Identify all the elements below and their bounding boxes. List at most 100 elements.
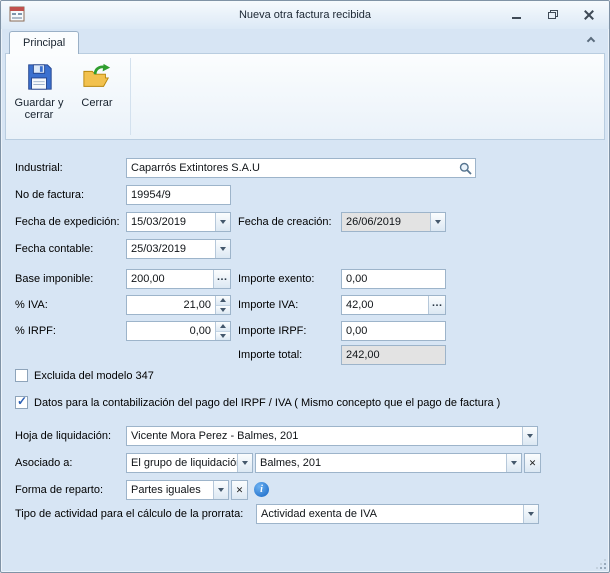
importe-irpf-value: 0,00 <box>342 322 445 340</box>
importe-iva-label: Importe IVA: <box>238 299 298 311</box>
fecha-expedicion-dropdown-button[interactable] <box>215 213 230 231</box>
pct-iva-spinner <box>215 296 230 314</box>
tipo-actividad-value: Actividad exenta de IVA <box>257 505 523 523</box>
chevron-down-icon <box>528 512 534 516</box>
chevron-down-icon <box>527 434 533 438</box>
importe-iva-ellipsis-button[interactable]: … <box>428 296 445 314</box>
datos-pago-label[interactable]: Datos para la contabilización del pago d… <box>34 397 500 409</box>
chevron-down-icon <box>435 220 441 224</box>
dialog-nueva-otra-factura-recibida: Nueva otra factura recibida Principal Gu… <box>0 0 610 573</box>
pct-irpf-field[interactable]: 0,00 <box>126 321 231 341</box>
chevron-up-icon <box>220 324 226 328</box>
forma-reparto-field[interactable]: Partes iguales <box>126 480 229 500</box>
pct-iva-field[interactable]: 21,00 <box>126 295 231 315</box>
close-button[interactable] <box>581 8 596 22</box>
spin-down-button[interactable] <box>216 332 230 341</box>
pct-iva-label: % IVA: <box>15 299 48 311</box>
excluida-347-label[interactable]: Excluida del modelo 347 <box>34 370 154 382</box>
excluida-347-checkbox[interactable] <box>15 369 28 382</box>
numero-factura-value: 19954/9 <box>127 186 230 204</box>
importe-iva-field[interactable]: 42,00 … <box>341 295 446 315</box>
asociado-valor-field[interactable]: Balmes, 201 <box>255 453 522 473</box>
search-icon[interactable] <box>456 159 475 177</box>
asociado-tipo-field[interactable]: El grupo de liquidación <box>126 453 253 473</box>
fecha-creacion-field: 26/06/2019 <box>341 212 446 232</box>
hoja-liquidacion-value: Vicente Mora Perez - Balmes, 201 <box>127 427 522 445</box>
ribbon-separator <box>130 58 131 135</box>
fecha-creacion-label: Fecha de creación: <box>238 216 332 228</box>
tipo-actividad-label: Tipo de actividad para el cálculo de la … <box>15 508 243 520</box>
industrial-label: Industrial: <box>15 162 63 174</box>
minimize-button[interactable] <box>509 8 524 22</box>
hoja-liquidacion-field[interactable]: Vicente Mora Perez - Balmes, 201 <box>126 426 538 446</box>
chevron-down-icon <box>220 334 226 338</box>
spin-up-button[interactable] <box>216 296 230 306</box>
numero-factura-label: No de factura: <box>15 189 84 201</box>
importe-exento-value: 0,00 <box>342 270 445 288</box>
forma-reparto-clear-button[interactable]: ✕ <box>231 480 248 500</box>
spin-up-button[interactable] <box>216 322 230 332</box>
tab-principal[interactable]: Principal <box>9 31 79 54</box>
chevron-down-icon <box>220 220 226 224</box>
industrial-value: Caparrós Extintores S.A.U <box>127 159 456 177</box>
close-icon <box>584 10 594 20</box>
fecha-creacion-value: 26/06/2019 <box>342 213 430 231</box>
pct-irpf-value: 0,00 <box>127 322 215 340</box>
chevron-up-icon <box>587 37 595 45</box>
forma-reparto-label: Forma de reparto: <box>15 484 103 496</box>
importe-total-label: Importe total: <box>238 349 302 361</box>
asociado-valor-value: Balmes, 201 <box>256 454 506 472</box>
fecha-expedicion-field[interactable]: 15/03/2019 <box>126 212 231 232</box>
asociado-clear-button[interactable]: ✕ <box>524 453 541 473</box>
chevron-down-icon <box>242 461 248 465</box>
importe-irpf-label: Importe IRPF: <box>238 325 306 337</box>
guardar-y-cerrar-label: Guardar y cerrar <box>10 97 68 121</box>
importe-iva-value: 42,00 <box>342 296 428 314</box>
industrial-field[interactable]: Caparrós Extintores S.A.U <box>126 158 476 178</box>
importe-total-value: 242,00 <box>342 346 445 364</box>
importe-total-field: 242,00 <box>341 345 446 365</box>
tipo-actividad-field[interactable]: Actividad exenta de IVA <box>256 504 539 524</box>
fecha-expedicion-label: Fecha de expedición: <box>15 216 120 228</box>
resize-grip[interactable] <box>595 558 606 569</box>
importe-exento-label: Importe exento: <box>238 273 314 285</box>
ribbon-collapse-button[interactable] <box>583 34 599 49</box>
fecha-creacion-dropdown-button[interactable] <box>430 213 445 231</box>
base-imponible-label: Base imponible: <box>15 273 93 285</box>
asociado-tipo-dropdown-button[interactable] <box>237 454 252 472</box>
cerrar-label: Cerrar <box>81 97 112 109</box>
forma-reparto-value: Partes iguales <box>127 481 213 499</box>
chevron-down-icon <box>511 461 517 465</box>
ribbon-panel: Guardar y cerrar Cerrar <box>5 53 605 140</box>
pct-irpf-spinner <box>215 322 230 340</box>
datos-pago-checkbox[interactable] <box>15 396 28 409</box>
chevron-down-icon <box>218 488 224 492</box>
importe-irpf-field[interactable]: 0,00 <box>341 321 446 341</box>
guardar-y-cerrar-button[interactable]: Guardar y cerrar <box>10 56 68 137</box>
info-icon[interactable]: i <box>254 482 269 497</box>
cerrar-button[interactable]: Cerrar <box>72 56 122 137</box>
base-imponible-value: 200,00 <box>127 270 213 288</box>
titlebar[interactable]: Nueva otra factura recibida <box>1 1 609 29</box>
fecha-contable-label: Fecha contable: <box>15 243 93 255</box>
fecha-contable-dropdown-button[interactable] <box>215 240 230 258</box>
hoja-liquidacion-dropdown-button[interactable] <box>522 427 537 445</box>
minimize-icon <box>512 17 521 19</box>
forma-reparto-dropdown-button[interactable] <box>213 481 228 499</box>
numero-factura-field[interactable]: 19954/9 <box>126 185 231 205</box>
importe-exento-field[interactable]: 0,00 <box>341 269 446 289</box>
base-imponible-field[interactable]: 200,00 … <box>126 269 231 289</box>
maximize-button[interactable] <box>545 8 560 22</box>
save-icon <box>23 61 55 93</box>
spin-down-button[interactable] <box>216 306 230 315</box>
pct-irpf-label: % IRPF: <box>15 325 56 337</box>
maximize-icon <box>548 10 558 19</box>
fecha-expedicion-value: 15/03/2019 <box>127 213 215 231</box>
base-imponible-ellipsis-button[interactable]: … <box>213 270 230 288</box>
fecha-contable-field[interactable]: 25/03/2019 <box>126 239 231 259</box>
asociado-tipo-value: El grupo de liquidación <box>127 454 237 472</box>
asociado-valor-dropdown-button[interactable] <box>506 454 521 472</box>
tipo-actividad-dropdown-button[interactable] <box>523 505 538 523</box>
fecha-contable-value: 25/03/2019 <box>127 240 215 258</box>
pct-iva-value: 21,00 <box>127 296 215 314</box>
